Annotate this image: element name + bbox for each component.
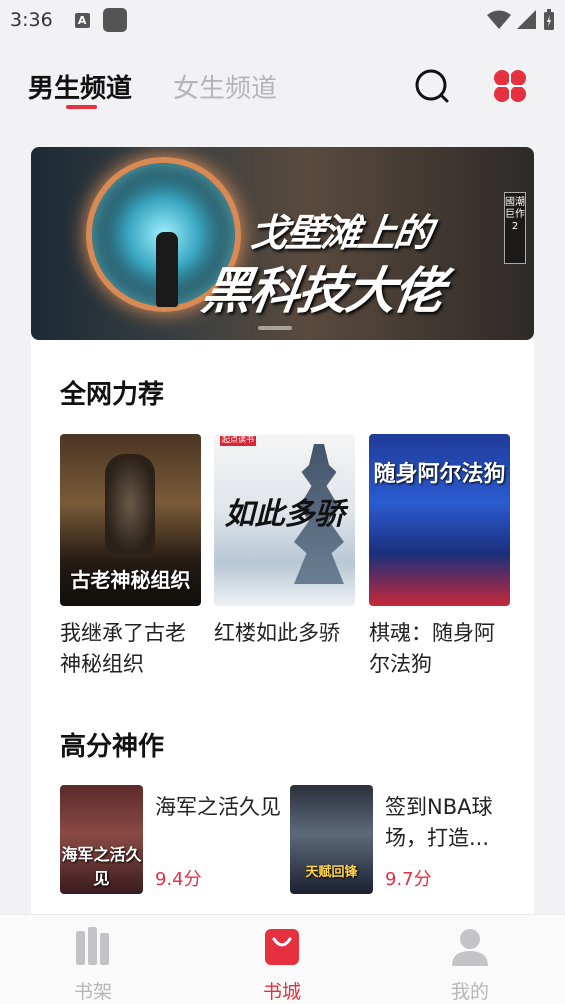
high-score-rating-2: 9.7分 xyxy=(385,869,432,890)
status-indicators xyxy=(487,9,555,31)
nav-label-mine: 我的 xyxy=(450,981,489,1003)
bottom-navigation: 书架 书城 我的 xyxy=(0,914,565,1004)
signal-icon xyxy=(517,10,536,29)
section-title-recommend: 全网力荐 xyxy=(60,380,165,410)
book-cover-2[interactable]: 起点读书 如此多骄 xyxy=(214,434,355,606)
book-title-1[interactable]: 我继承了古老神秘组织 xyxy=(60,618,205,680)
nav-item-mine[interactable]: 我的 xyxy=(430,927,510,1004)
cover-2-text: 如此多骄 xyxy=(224,497,345,532)
category-button[interactable] xyxy=(491,67,529,105)
high-score-rating-1: 9.4分 xyxy=(155,869,202,890)
book-cover-1[interactable]: 古老神秘组织 xyxy=(60,434,201,606)
banner-badge: 國潮巨作2 xyxy=(504,192,526,264)
high-score-title-2[interactable]: 签到NBA球场，打造... xyxy=(385,792,525,854)
banner-title-line1: 戈壁滩上的 xyxy=(247,211,434,255)
book-title-3[interactable]: 棋魂：随身阿尔法狗 xyxy=(369,618,514,680)
high-score-cover-2[interactable]: 天赋回锋 xyxy=(290,785,373,894)
cover-1-text: 古老神秘组织 xyxy=(70,568,191,592)
tab-female-channel[interactable]: 女生频道 xyxy=(173,68,277,105)
cover-publisher-tag-text: 起点读书 xyxy=(222,435,254,444)
notification-a-icon: A xyxy=(74,12,90,28)
search-icon xyxy=(415,69,449,103)
status-time: 3:36 xyxy=(10,9,53,31)
category-clover-icon xyxy=(494,70,526,102)
wifi-icon xyxy=(487,10,511,29)
banner-title: 戈壁滩上的 黑科技大佬 xyxy=(197,202,454,323)
banner-title-line2: 黑科技大佬 xyxy=(197,262,447,320)
cover-armor-art xyxy=(105,454,155,554)
book-cover-3[interactable]: 随身阿尔法狗 xyxy=(369,434,510,606)
high-score-cover-2-text: 天赋回锋 xyxy=(305,865,358,880)
bookshelf-icon xyxy=(76,927,109,965)
nav-label-bookshelf: 书架 xyxy=(73,981,112,1003)
search-button[interactable] xyxy=(413,67,451,105)
store-bag-icon xyxy=(265,929,299,965)
status-bar: 3:36 A xyxy=(0,0,565,40)
active-tab-indicator xyxy=(66,105,97,109)
nav-item-store[interactable]: 书城 xyxy=(242,927,322,1004)
nav-item-bookshelf[interactable]: 书架 xyxy=(53,927,133,1004)
promo-banner[interactable]: 戈壁滩上的 黑科技大佬 國潮巨作2 xyxy=(31,147,534,340)
high-score-cover-1-text: 海军之活久见 xyxy=(61,845,142,888)
cover-3-text: 随身阿尔法狗 xyxy=(373,462,506,487)
high-score-cover-1[interactable]: 海军之活久见 xyxy=(60,785,143,894)
battery-icon xyxy=(544,9,554,30)
nav-label-store: 书城 xyxy=(262,981,301,1003)
person-icon xyxy=(452,929,488,966)
high-score-title-1[interactable]: 海军之活久见 xyxy=(155,792,295,823)
tab-male-channel[interactable]: 男生频道 xyxy=(28,68,132,105)
banner-pager-indicator xyxy=(258,326,292,330)
book-title-2[interactable]: 红楼如此多骄 xyxy=(214,618,359,649)
banner-figure-art xyxy=(156,232,178,307)
section-title-high-score: 高分神作 xyxy=(60,732,165,762)
notification-app-icon xyxy=(102,8,127,32)
